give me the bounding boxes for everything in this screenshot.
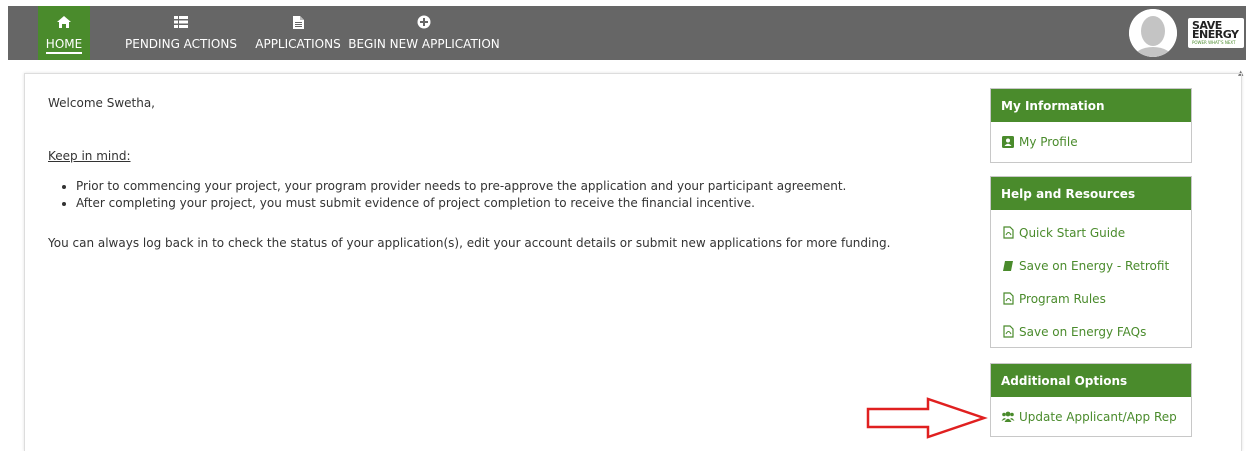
save-on-energy-faqs-link[interactable]: Save on Energy FAQs bbox=[991, 315, 1191, 348]
nav-applications[interactable]: APPLICATIONS bbox=[250, 6, 346, 60]
nav-applications-label: APPLICATIONS bbox=[255, 37, 341, 51]
nav-pending-actions[interactable]: PENDING ACTIONS bbox=[120, 6, 242, 60]
my-information-box: My Information My Profile bbox=[990, 88, 1192, 163]
help-and-resources-title: Help and Resources bbox=[991, 177, 1191, 210]
nav-home[interactable]: HOME bbox=[38, 6, 90, 60]
pdf-icon bbox=[1001, 325, 1015, 339]
update-applicant-app-rep-link[interactable]: Update Applicant/App Rep bbox=[991, 397, 1191, 437]
keep-in-mind-heading: Keep in mind: bbox=[48, 149, 131, 163]
list-item: After completing your project, you must … bbox=[62, 195, 846, 212]
my-profile-link[interactable]: My Profile bbox=[991, 122, 1191, 162]
list-icon bbox=[173, 15, 189, 29]
welcome-message: Welcome Swetha, bbox=[48, 96, 155, 110]
pdf-icon bbox=[1001, 292, 1015, 306]
nav-pending-actions-label: PENDING ACTIONS bbox=[125, 37, 237, 51]
help-and-resources-box: Help and Resources Quick Start Guide Sav… bbox=[990, 176, 1192, 348]
plus-circle-icon bbox=[417, 15, 431, 29]
quick-start-guide-link[interactable]: Quick Start Guide bbox=[991, 216, 1191, 249]
list-item: Prior to commencing your project, your p… bbox=[62, 178, 846, 195]
user-silhouette-icon bbox=[1129, 9, 1177, 57]
additional-options-box: Additional Options Update Applicant/App … bbox=[990, 363, 1192, 437]
book-icon bbox=[1001, 259, 1015, 273]
reminder-list: Prior to commencing your project, your p… bbox=[62, 178, 846, 212]
top-navigation-bar: HOME PENDING ACTIONS APPLICATIONS BEGIN … bbox=[8, 6, 1246, 60]
document-icon bbox=[292, 15, 305, 29]
nav-home-label: HOME bbox=[45, 37, 83, 54]
save-on-energy-logo: SAVE ENERGY POWER WHAT'S NEXT bbox=[1188, 18, 1244, 48]
save-on-energy-retrofit-link[interactable]: Save on Energy - Retrofit bbox=[991, 249, 1191, 282]
user-avatar[interactable] bbox=[1129, 9, 1177, 57]
closing-message: You can always log back in to check the … bbox=[48, 236, 891, 250]
red-arrow-annotation-icon bbox=[866, 397, 988, 439]
program-rules-link[interactable]: Program Rules bbox=[991, 282, 1191, 315]
my-information-title: My Information bbox=[991, 89, 1191, 122]
nav-begin-new-application[interactable]: BEGIN NEW APPLICATION bbox=[346, 6, 502, 60]
users-icon bbox=[1001, 410, 1015, 424]
pdf-icon bbox=[1001, 226, 1015, 240]
additional-options-title: Additional Options bbox=[991, 364, 1191, 397]
profile-card-icon bbox=[1001, 135, 1015, 149]
nav-begin-new-application-label: BEGIN NEW APPLICATION bbox=[348, 37, 500, 51]
home-icon bbox=[56, 15, 72, 29]
